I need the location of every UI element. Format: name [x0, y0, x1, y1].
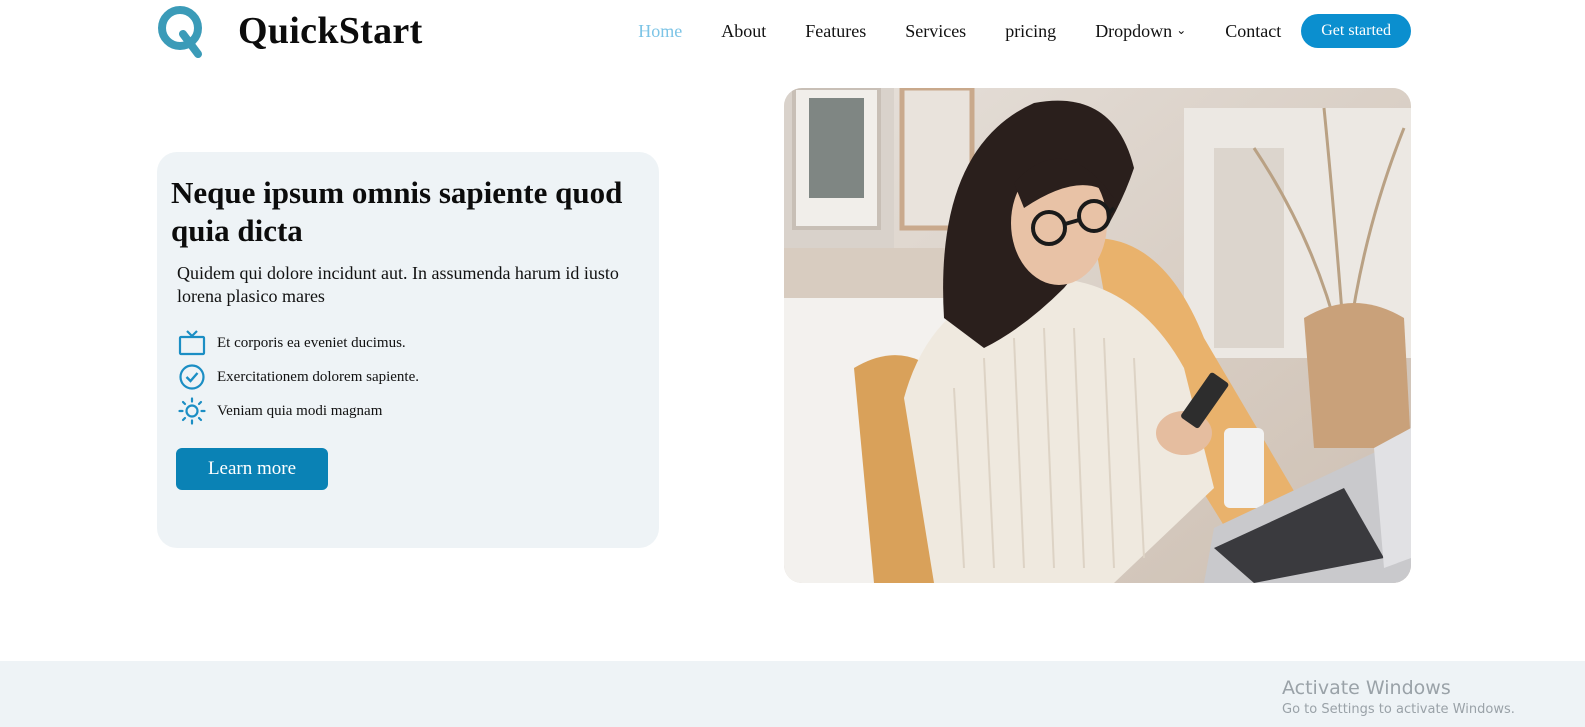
- get-started-button[interactable]: Get started: [1301, 14, 1411, 48]
- list-item: Exercitationem dolorem sapiente.: [177, 360, 419, 394]
- feature-text: Veniam quia modi magnam: [217, 402, 383, 419]
- feature-text: Exercitationem dolorem sapiente.: [217, 368, 420, 385]
- list-item: Veniam quia modi magnam: [177, 394, 419, 428]
- chevron-down-icon: ⌄: [1176, 23, 1187, 37]
- brand-name: QuickStart: [238, 10, 423, 52]
- list-item: Et corporis ea eveniet ducimus.: [177, 326, 419, 360]
- feature-list: Et corporis ea eveniet ducimus. Exercita…: [177, 326, 419, 428]
- main-nav: Home About Features Services pricing Dro…: [638, 14, 1411, 48]
- feature-text: Et corporis ea eveniet ducimus.: [217, 334, 406, 351]
- hero-lead: Quidem qui dolore incidunt aut. In assum…: [177, 263, 619, 306]
- nav-services[interactable]: Services: [905, 14, 966, 48]
- watermark-subtitle: Go to Settings to activate Windows.: [1282, 702, 1515, 717]
- nav-dropdown-label: Dropdown: [1095, 21, 1173, 41]
- nav-about[interactable]: About: [721, 14, 766, 48]
- learn-more-button[interactable]: Learn more: [176, 448, 328, 490]
- nav-contact[interactable]: Contact: [1225, 14, 1281, 48]
- sun-icon: [177, 396, 207, 426]
- nav-dropdown[interactable]: Dropdown ⌄: [1095, 14, 1186, 48]
- nav-pricing[interactable]: pricing: [1005, 14, 1056, 48]
- hero-title: Neque ipsum omnis sapiente quod quia dic…: [171, 175, 623, 248]
- nav-home[interactable]: Home: [638, 14, 682, 48]
- hero-image: [784, 88, 1411, 583]
- site-header: QuickStart Home About Features Services …: [0, 0, 1585, 62]
- watermark-title: Activate Windows: [1282, 677, 1451, 699]
- nav-features[interactable]: Features: [805, 14, 866, 48]
- logo[interactable]: QuickStart: [156, 4, 423, 58]
- hero-card: Neque ipsum omnis sapiente quod quia dic…: [157, 152, 659, 548]
- check-circle-icon: [177, 362, 207, 392]
- tv-icon: [177, 328, 207, 358]
- windows-activation-watermark: Activate Windows Go to Settings to activ…: [1282, 677, 1515, 721]
- quickstart-logo-icon: [158, 6, 202, 58]
